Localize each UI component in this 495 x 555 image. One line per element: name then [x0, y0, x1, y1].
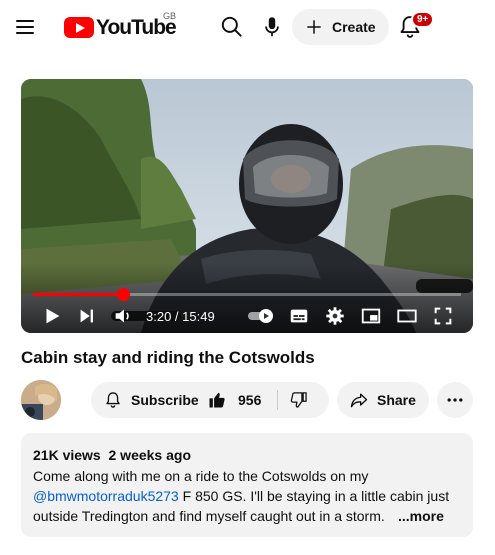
- share-button[interactable]: Share: [337, 382, 429, 418]
- description-meta: 21K views 2 weeks ago: [33, 447, 191, 463]
- bell-subscribed-icon: [106, 392, 120, 408]
- channel-avatar[interactable]: [21, 380, 61, 420]
- description-box[interactable]: 21K views 2 weeks ago Come along with me…: [21, 433, 473, 537]
- upload-age: 2 weeks ago: [108, 447, 192, 463]
- menu-icon[interactable]: [13, 14, 39, 40]
- theater-icon[interactable]: [396, 305, 418, 327]
- fullscreen-icon[interactable]: [432, 305, 454, 327]
- description-line-1: Come along with me on a ride to the Cots…: [33, 468, 369, 484]
- video-title: Cabin stay and riding the Cotswolds: [21, 348, 315, 367]
- youtube-logo-icon: [64, 17, 94, 38]
- like-count: 956: [238, 392, 262, 408]
- settings-icon[interactable]: [324, 305, 346, 327]
- top-bar: YouTube GB Create 9+: [0, 0, 495, 56]
- miniplayer-icon[interactable]: [360, 305, 382, 327]
- like-button[interactable]: 956: [198, 382, 277, 418]
- more-actions-button[interactable]: [437, 382, 473, 418]
- next-icon[interactable]: [76, 305, 98, 327]
- create-button[interactable]: Create: [292, 9, 389, 45]
- notification-badge: 9+: [411, 11, 435, 28]
- time-display: 3:20 / 15:49: [146, 309, 215, 324]
- show-more-button[interactable]: ...more: [394, 508, 444, 524]
- progress-bar[interactable]: [33, 288, 461, 301]
- description-line-3-text: outside Tredington and find myself caugh…: [33, 508, 385, 524]
- video-player[interactable]: 3:20 / 15:49: [21, 79, 473, 333]
- play-icon[interactable]: [41, 305, 63, 327]
- logo-region: GB: [163, 11, 177, 21]
- search-icon[interactable]: [219, 14, 245, 40]
- share-icon: [350, 393, 368, 408]
- thumbs-up-icon: [209, 392, 225, 408]
- thumbs-down-icon: [290, 392, 307, 408]
- mic-icon[interactable]: [259, 14, 285, 40]
- description-line-2-text: F 850 GS. I'll be staying in a little ca…: [178, 488, 450, 504]
- progress-played: [33, 293, 124, 296]
- like-dislike-group: 956: [198, 382, 329, 418]
- create-label: Create: [332, 19, 376, 35]
- plus-icon: [307, 20, 321, 34]
- channel-mention-link[interactable]: @bmwmotorraduk5273: [33, 488, 179, 504]
- share-label: Share: [377, 392, 416, 408]
- dislike-button[interactable]: [278, 382, 329, 418]
- youtube-logo[interactable]: YouTube GB: [64, 11, 184, 42]
- view-count: 21K views: [33, 447, 101, 463]
- subtitles-icon[interactable]: [288, 305, 310, 327]
- volume-icon[interactable]: [112, 305, 134, 327]
- autoplay-toggle-icon[interactable]: [248, 309, 276, 323]
- like-divider: [277, 390, 278, 410]
- more-horiz-icon: [447, 398, 463, 402]
- description-line-3: outside Tredington and find myself caugh…: [33, 508, 405, 524]
- description-line-2: @bmwmotorraduk5273 F 850 GS. I'll be sta…: [33, 488, 449, 504]
- subscribed-label: Subscribed: [131, 392, 208, 408]
